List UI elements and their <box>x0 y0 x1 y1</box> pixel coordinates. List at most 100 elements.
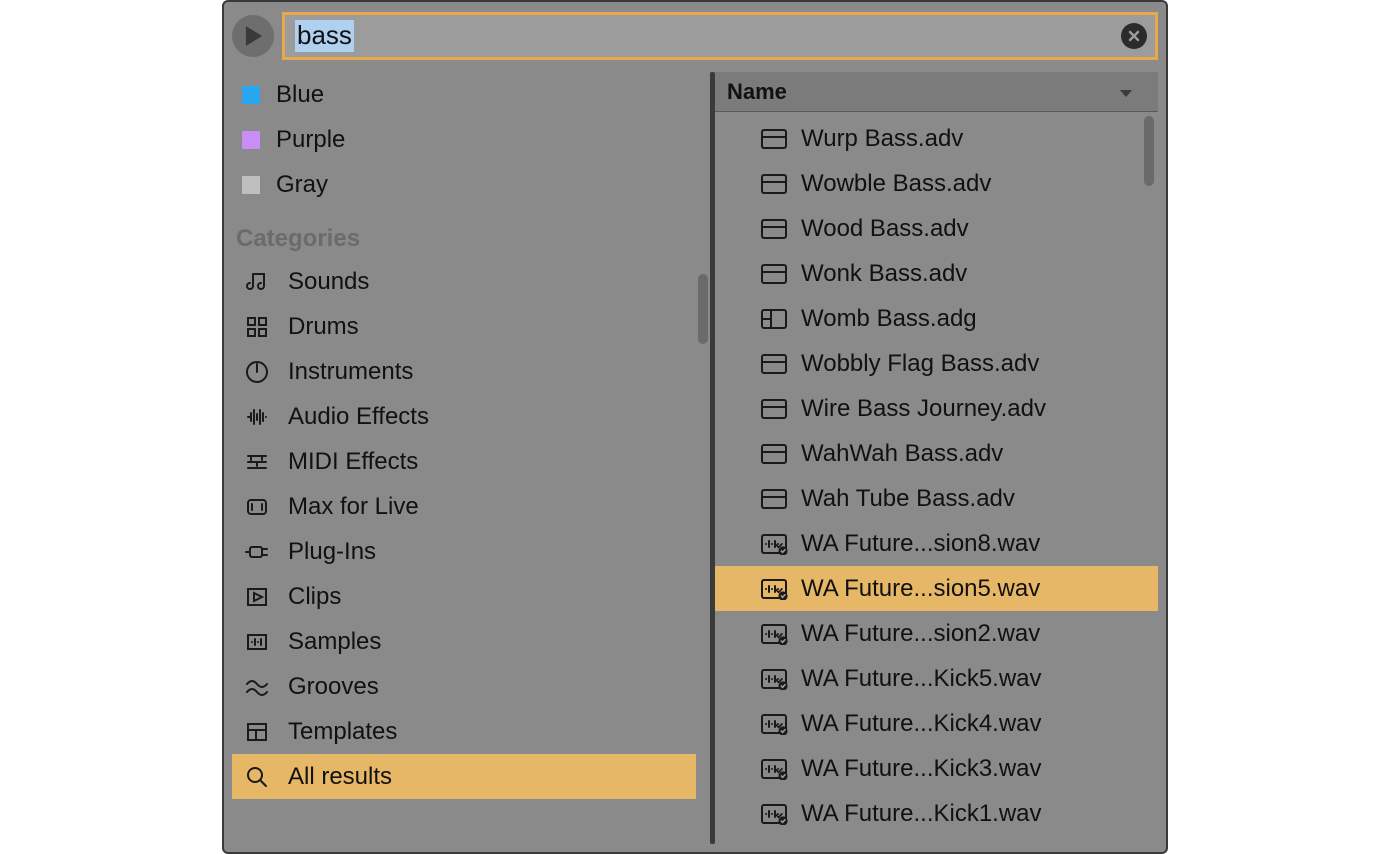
category-templates[interactable]: Templates <box>232 709 696 754</box>
preset-icon <box>759 173 789 195</box>
file-row[interactable]: Wurp Bass.adv <box>715 116 1158 161</box>
wav-icon <box>759 803 789 825</box>
category-label: Sounds <box>288 268 369 296</box>
preset-icon <box>759 218 789 240</box>
file-row[interactable]: WA Future...Kick5.wav <box>715 656 1158 701</box>
category-clips[interactable]: Clips <box>232 574 696 619</box>
file-row[interactable]: WA Future...Kick1.wav <box>715 791 1158 836</box>
file-name: WA Future...Kick1.wav <box>801 800 1042 828</box>
file-name: WA Future...Kick4.wav <box>801 710 1042 738</box>
category-label: Plug-Ins <box>288 538 376 566</box>
category-audio-effects[interactable]: Audio Effects <box>232 394 696 439</box>
file-name: Wobbly Flag Bass.adv <box>801 350 1039 378</box>
file-name: WA Future...sion8.wav <box>801 530 1040 558</box>
file-row[interactable]: Wood Bass.adv <box>715 206 1158 251</box>
category-plug-ins[interactable]: Plug-Ins <box>232 529 696 574</box>
file-row[interactable]: Wobbly Flag Bass.adv <box>715 341 1158 386</box>
file-row[interactable]: Wonk Bass.adv <box>715 251 1158 296</box>
samples-icon <box>242 629 272 655</box>
panes: Blue Purple Gray Categories Sounds Drums… <box>232 72 1158 844</box>
preset-icon <box>759 398 789 420</box>
category-label: Instruments <box>288 358 413 386</box>
file-name: Wurp Bass.adv <box>801 125 963 153</box>
category-label: All results <box>288 763 392 791</box>
file-row[interactable]: WA Future...sion5.wav <box>715 566 1158 611</box>
color-tag-label: Gray <box>276 171 328 199</box>
file-name: Wah Tube Bass.adv <box>801 485 1015 513</box>
file-row[interactable]: WA Future...sion2.wav <box>715 611 1158 656</box>
wav-icon <box>759 713 789 735</box>
category-label: MIDI Effects <box>288 448 418 476</box>
color-swatch-icon <box>242 176 260 194</box>
plugins-icon <box>242 539 272 565</box>
sounds-icon <box>242 269 272 295</box>
file-name: Wowble Bass.adv <box>801 170 991 198</box>
color-tag-purple[interactable]: Purple <box>232 117 696 162</box>
category-midi-effects[interactable]: MIDI Effects <box>232 439 696 484</box>
file-row[interactable]: WA Future...Kick3.wav <box>715 746 1158 791</box>
audiofx-icon <box>242 404 272 430</box>
category-label: Drums <box>288 313 359 341</box>
categories-header: Categories <box>232 207 696 259</box>
file-row[interactable]: Womb Bass.adg <box>715 296 1158 341</box>
clips-icon <box>242 584 272 610</box>
category-max-for-live[interactable]: Max for Live <box>232 484 696 529</box>
instruments-icon <box>242 359 272 385</box>
category-label: Grooves <box>288 673 379 701</box>
results-pane: Name Wurp Bass.adv Wowble Bass.adv Wood … <box>715 72 1158 844</box>
top-bar: bass <box>232 10 1158 62</box>
file-row[interactable]: WahWah Bass.adv <box>715 431 1158 476</box>
column-header-name: Name <box>727 79 787 105</box>
category-instruments[interactable]: Instruments <box>232 349 696 394</box>
drums-icon <box>242 314 272 340</box>
color-swatch-icon <box>242 131 260 149</box>
sidebar: Blue Purple Gray Categories Sounds Drums… <box>232 72 710 844</box>
file-name: WahWah Bass.adv <box>801 440 1003 468</box>
file-name: WA Future...Kick3.wav <box>801 755 1042 783</box>
file-name: WA Future...Kick5.wav <box>801 665 1042 693</box>
midifx-icon <box>242 449 272 475</box>
file-name: Wonk Bass.adv <box>801 260 967 288</box>
file-row[interactable]: Wowble Bass.adv <box>715 161 1158 206</box>
preset-icon <box>759 263 789 285</box>
file-row[interactable]: Wah Tube Bass.adv <box>715 476 1158 521</box>
wav-icon <box>759 623 789 645</box>
rack-icon <box>759 308 789 330</box>
file-name: Womb Bass.adg <box>801 305 977 333</box>
color-tag-label: Blue <box>276 81 324 109</box>
results-header[interactable]: Name <box>715 72 1158 112</box>
file-row[interactable]: WA Future...Kick4.wav <box>715 701 1158 746</box>
search-field[interactable]: bass <box>282 12 1158 60</box>
sidebar-scrollbar[interactable] <box>698 274 708 344</box>
preset-icon <box>759 443 789 465</box>
clear-search-button[interactable] <box>1121 23 1147 49</box>
max-icon <box>242 494 272 520</box>
wav-icon <box>759 758 789 780</box>
grooves-icon <box>242 674 272 700</box>
color-tag-blue[interactable]: Blue <box>232 72 696 117</box>
preview-play-button[interactable] <box>232 15 274 57</box>
category-label: Templates <box>288 718 397 746</box>
category-samples[interactable]: Samples <box>232 619 696 664</box>
results-scrollbar[interactable] <box>1144 116 1154 186</box>
color-tag-gray[interactable]: Gray <box>232 162 696 207</box>
color-tag-label: Purple <box>276 126 345 154</box>
file-name: Wire Bass Journey.adv <box>801 395 1046 423</box>
category-label: Audio Effects <box>288 403 429 431</box>
wav-icon <box>759 578 789 600</box>
file-row[interactable]: Wire Bass Journey.adv <box>715 386 1158 431</box>
preset-icon <box>759 488 789 510</box>
wav-icon <box>759 533 789 555</box>
sort-indicator-icon <box>1118 79 1134 105</box>
category-drums[interactable]: Drums <box>232 304 696 349</box>
file-row[interactable]: WA Future...sion8.wav <box>715 521 1158 566</box>
category-all-results[interactable]: All results <box>232 754 696 799</box>
file-name: Wood Bass.adv <box>801 215 969 243</box>
search-icon <box>242 764 272 790</box>
wav-icon <box>759 668 789 690</box>
category-grooves[interactable]: Grooves <box>232 664 696 709</box>
file-name: WA Future...sion5.wav <box>801 575 1040 603</box>
category-label: Samples <box>288 628 381 656</box>
search-input-text[interactable]: bass <box>295 20 354 51</box>
category-sounds[interactable]: Sounds <box>232 259 696 304</box>
